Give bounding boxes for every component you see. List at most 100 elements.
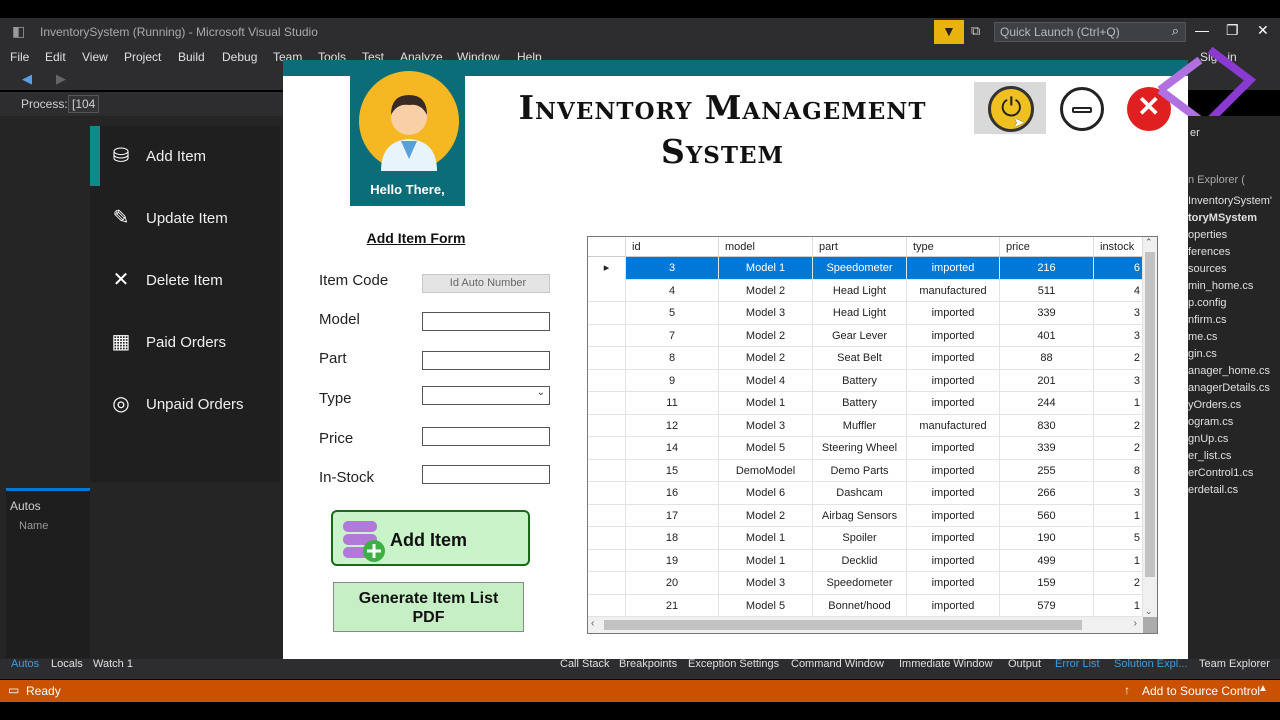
scroll-up-icon[interactable]: ⌃: [1145, 237, 1153, 248]
row-header[interactable]: [588, 279, 626, 302]
solution-explorer-item[interactable]: yOrders.cs: [1188, 399, 1241, 411]
cell-price[interactable]: 266: [1000, 482, 1094, 505]
menu-build[interactable]: Build: [178, 50, 205, 64]
cell-part[interactable]: Airbag Sensors: [813, 504, 907, 527]
cell-instock[interactable]: 2: [1094, 347, 1143, 370]
grid-vertical-scroll-thumb[interactable]: [1145, 252, 1155, 577]
column-header-id[interactable]: id: [626, 237, 719, 257]
solution-explorer-item[interactable]: erControl1.cs: [1188, 467, 1253, 479]
row-header[interactable]: [588, 527, 626, 550]
table-row[interactable]: 11 Model 1 Battery imported 244 1: [588, 392, 1143, 415]
solution-explorer-item[interactable]: min_home.cs: [1188, 280, 1253, 292]
forward-icon[interactable]: ▶: [56, 71, 66, 87]
cell-instock[interactable]: 5: [1094, 527, 1143, 550]
cell-id[interactable]: 21: [626, 594, 719, 617]
solution-explorer-item[interactable]: sources: [1188, 263, 1227, 275]
cell-price[interactable]: 216: [1000, 257, 1094, 280]
cell-model[interactable]: Model 1: [719, 527, 813, 550]
cell-type[interactable]: imported: [907, 527, 1000, 550]
cell-price[interactable]: 579: [1000, 594, 1094, 617]
cell-type[interactable]: imported: [907, 549, 1000, 572]
cell-instock[interactable]: 2: [1094, 414, 1143, 437]
cell-model[interactable]: Model 2: [719, 347, 813, 370]
sidebar-item-update-item[interactable]: ✎ Update Item: [90, 188, 280, 248]
tab-breakpoints[interactable]: Breakpoints: [619, 658, 677, 670]
cell-model[interactable]: Model 3: [719, 572, 813, 595]
cell-id[interactable]: 18: [626, 527, 719, 550]
cell-instock[interactable]: 6: [1094, 257, 1143, 280]
tab-immediate-window[interactable]: Immediate Window: [899, 658, 993, 670]
cell-instock[interactable]: 3: [1094, 302, 1143, 325]
cell-part[interactable]: Demo Parts: [813, 459, 907, 482]
restore-icon[interactable]: ❐: [1226, 22, 1239, 39]
cell-instock[interactable]: 1: [1094, 549, 1143, 572]
tab-watch1[interactable]: Watch 1: [93, 658, 133, 670]
cell-part[interactable]: Decklid: [813, 549, 907, 572]
quick-launch-input[interactable]: Quick Launch (Ctrl+Q) ⌕: [994, 22, 1186, 42]
filter-icon[interactable]: ▼: [934, 20, 964, 44]
table-row[interactable]: ▸ 3 Model 1 Speedometer imported 216 6: [588, 257, 1143, 280]
row-header[interactable]: [588, 482, 626, 505]
cell-instock[interactable]: 1: [1094, 504, 1143, 527]
cell-price[interactable]: 499: [1000, 549, 1094, 572]
solution-explorer-item[interactable]: toryMSystem: [1188, 212, 1257, 224]
cell-type[interactable]: imported: [907, 392, 1000, 415]
process-select[interactable]: [104: [68, 95, 100, 113]
cell-part[interactable]: Dashcam: [813, 482, 907, 505]
table-row[interactable]: 4 Model 2 Head Light manufactured 511 4: [588, 279, 1143, 302]
cell-model[interactable]: DemoModel: [719, 459, 813, 482]
solution-explorer-item[interactable]: operties: [1188, 229, 1227, 241]
solution-explorer-item[interactable]: gnUp.cs: [1188, 433, 1228, 445]
cell-model[interactable]: Model 5: [719, 594, 813, 617]
cell-part[interactable]: Battery: [813, 392, 907, 415]
cell-id[interactable]: 16: [626, 482, 719, 505]
solution-explorer-item[interactable]: ogram.cs: [1188, 416, 1233, 428]
cell-model[interactable]: Model 3: [719, 302, 813, 325]
menu-project[interactable]: Project: [124, 50, 161, 64]
tab-call-stack[interactable]: Call Stack: [560, 658, 610, 670]
in-stock-input[interactable]: [422, 465, 550, 484]
table-row[interactable]: 17 Model 2 Airbag Sensors imported 560 1: [588, 504, 1143, 527]
solution-explorer-item[interactable]: nfirm.cs: [1188, 314, 1227, 326]
cell-instock[interactable]: 3: [1094, 482, 1143, 505]
cell-model[interactable]: Model 1: [719, 392, 813, 415]
cell-type[interactable]: imported: [907, 347, 1000, 370]
cell-part[interactable]: Muffler: [813, 414, 907, 437]
cell-price[interactable]: 560: [1000, 504, 1094, 527]
row-header[interactable]: [588, 549, 626, 572]
cell-model[interactable]: Model 2: [719, 324, 813, 347]
table-row[interactable]: 8 Model 2 Seat Belt imported 88 2: [588, 347, 1143, 370]
feedback-icon[interactable]: ⧉: [971, 23, 980, 39]
menu-view[interactable]: View: [82, 50, 108, 64]
table-row[interactable]: 16 Model 6 Dashcam imported 266 3: [588, 482, 1143, 505]
cell-model[interactable]: Model 2: [719, 504, 813, 527]
type-select[interactable]: ⌄: [422, 386, 550, 405]
cell-id[interactable]: 11: [626, 392, 719, 415]
cell-part[interactable]: Battery: [813, 369, 907, 392]
table-row[interactable]: 12 Model 3 Muffler manufactured 830 2: [588, 414, 1143, 437]
cell-part[interactable]: Speedometer: [813, 572, 907, 595]
cell-type[interactable]: imported: [907, 324, 1000, 347]
solution-explorer-item[interactable]: gin.cs: [1188, 348, 1217, 360]
model-input[interactable]: [422, 312, 550, 331]
column-header-part[interactable]: part: [813, 237, 907, 257]
sidebar-item-delete-item[interactable]: ✕ Delete Item: [90, 250, 280, 310]
cell-instock[interactable]: 3: [1094, 369, 1143, 392]
cell-part[interactable]: Head Light: [813, 279, 907, 302]
cell-type[interactable]: imported: [907, 504, 1000, 527]
scroll-down-icon[interactable]: ⌄: [1145, 606, 1153, 617]
cell-instock[interactable]: 2: [1094, 572, 1143, 595]
column-header-model[interactable]: model: [719, 237, 813, 257]
cell-id[interactable]: 5: [626, 302, 719, 325]
cell-instock[interactable]: 8: [1094, 459, 1143, 482]
cell-type[interactable]: imported: [907, 369, 1000, 392]
cell-model[interactable]: Model 5: [719, 437, 813, 460]
cell-id[interactable]: 7: [626, 324, 719, 347]
solution-explorer-item[interactable]: ferences: [1188, 246, 1230, 258]
cell-price[interactable]: 190: [1000, 527, 1094, 550]
cell-part[interactable]: Seat Belt: [813, 347, 907, 370]
minimize-icon[interactable]: —: [1195, 22, 1209, 38]
menu-edit[interactable]: Edit: [45, 50, 66, 64]
cell-type[interactable]: imported: [907, 572, 1000, 595]
table-row[interactable]: 18 Model 1 Spoiler imported 190 5: [588, 527, 1143, 550]
